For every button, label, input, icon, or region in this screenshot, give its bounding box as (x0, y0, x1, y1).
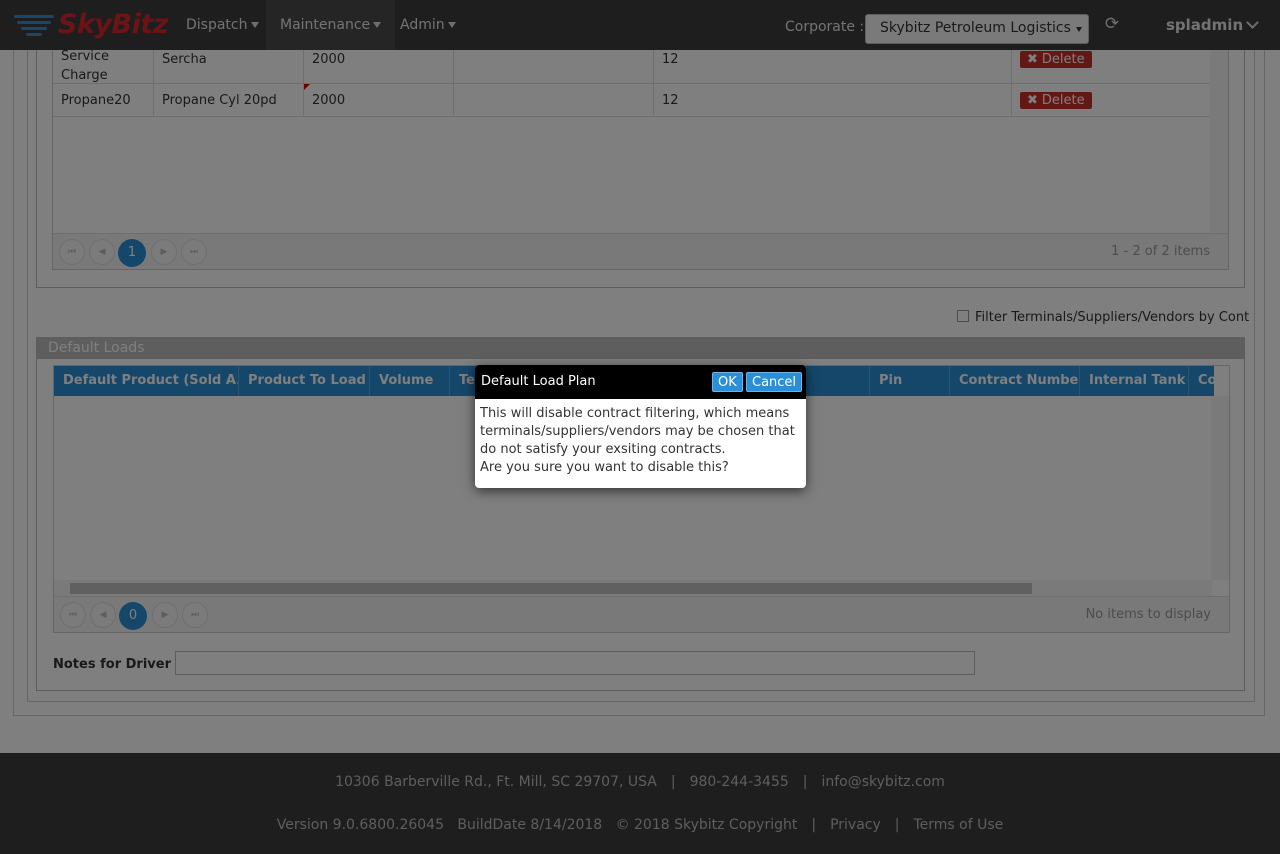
dialog-message: This will disable contract filtering, wh… (475, 399, 806, 477)
confirm-dialog: Default Load Plan OK Cancel This will di… (475, 365, 806, 488)
dialog-message-line: do not satisfy your exsiting contracts. (480, 442, 726, 457)
cancel-button[interactable]: Cancel (746, 372, 803, 392)
dialog-header: Default Load Plan OK Cancel (475, 365, 806, 399)
dialog-message-line: terminals/suppliers/vendors may be chose… (480, 424, 795, 439)
dialog-title: Default Load Plan (481, 374, 596, 389)
ok-button[interactable]: OK (712, 372, 743, 392)
dialog-message-line: Are you sure you want to disable this? (480, 460, 729, 475)
dialog-message-line: This will disable contract filtering, wh… (480, 406, 790, 421)
